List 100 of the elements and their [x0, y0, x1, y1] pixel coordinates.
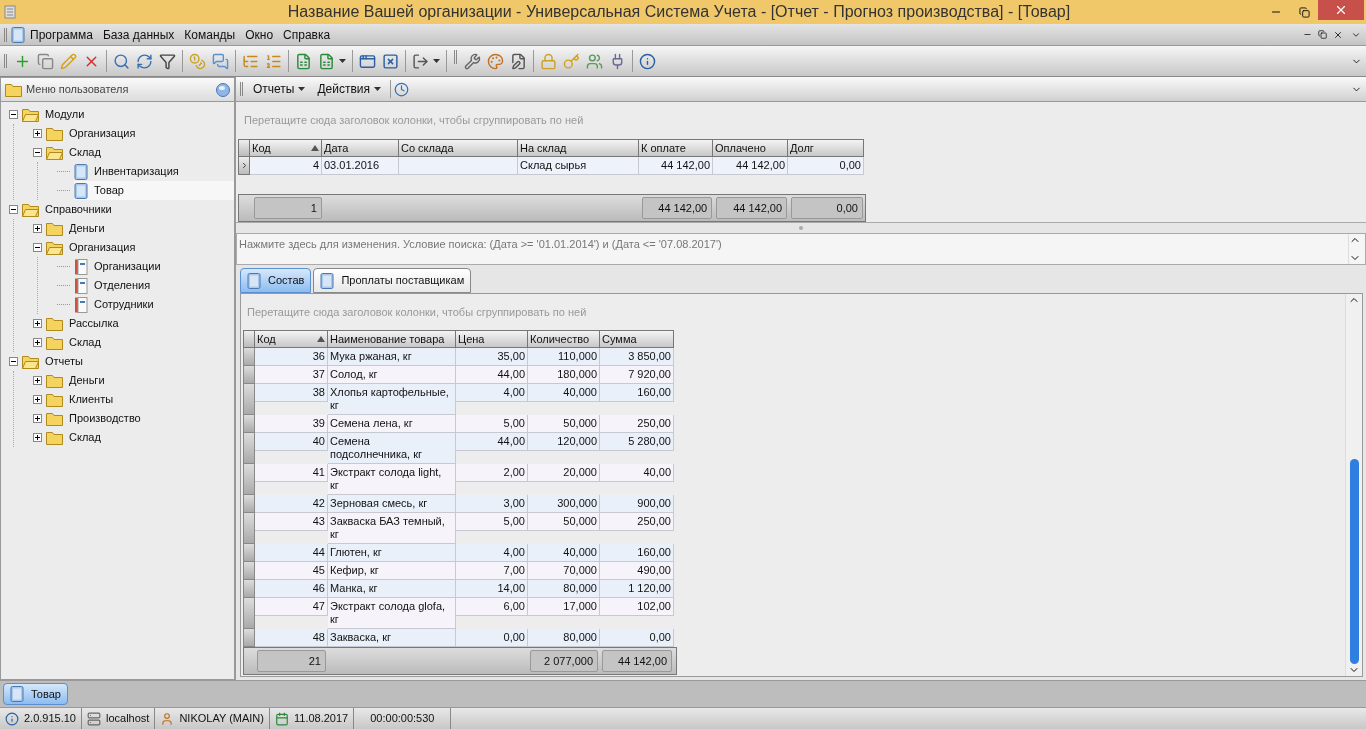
tree-item[interactable]: Рассылка	[46, 314, 234, 333]
table-cell: Экстракт солода glofa, кг	[328, 598, 456, 629]
collapse-toggle[interactable]	[33, 148, 42, 157]
collapse-toggle[interactable]	[9, 357, 18, 366]
table-cell: 0,00	[456, 629, 528, 647]
column-header[interactable]: Код	[250, 139, 322, 157]
copy-icon[interactable]	[37, 52, 54, 70]
info-icon[interactable]	[639, 52, 656, 70]
row-indicator[interactable]	[238, 157, 250, 175]
edit-document-icon[interactable]	[510, 52, 527, 70]
table-cell: 20,000	[528, 464, 600, 482]
users-icon[interactable]	[586, 52, 603, 70]
wrench-icon[interactable]	[464, 52, 481, 70]
expand-toggle[interactable]	[33, 129, 42, 138]
palette-icon[interactable]	[487, 52, 504, 70]
tab[interactable]: Состав	[240, 268, 312, 293]
document-icon	[11, 26, 25, 43]
collapse-toggle[interactable]	[33, 243, 42, 252]
search-icon[interactable]	[113, 52, 130, 70]
expand-toggle[interactable]	[33, 414, 42, 423]
expand-toggle[interactable]	[33, 224, 42, 233]
plus-icon	[34, 339, 41, 346]
table-cell: 4,00	[456, 384, 528, 402]
expand-toggle[interactable]	[33, 376, 42, 385]
tree-item[interactable]: Склад	[46, 143, 234, 162]
tree-item[interactable]: Организация	[46, 124, 234, 143]
ordered-list-icon[interactable]	[265, 52, 282, 70]
tree-item[interactable]: Сотрудники	[74, 295, 234, 314]
collapse-toggle[interactable]	[9, 110, 18, 119]
menu-item[interactable]: База данных	[97, 25, 180, 44]
spreadsheet-icon[interactable]	[295, 52, 312, 70]
table-cell: 40	[255, 433, 328, 451]
table-cell: 4	[250, 157, 322, 175]
table-cell: 180,000	[528, 366, 600, 384]
expand-toggle[interactable]	[33, 433, 42, 442]
collapse-toggle[interactable]	[9, 205, 18, 214]
caret-icon	[339, 59, 346, 63]
window-tab[interactable]: Товар	[3, 683, 68, 705]
caret-icon	[433, 59, 440, 63]
chat-icon[interactable]	[212, 52, 229, 70]
close-window-icon[interactable]	[382, 52, 399, 70]
menu-item[interactable]: Программа	[25, 25, 98, 44]
column-header[interactable]: Оплачено	[713, 139, 788, 157]
column-header[interactable]: Наименование товара	[328, 330, 456, 348]
folder-icon	[46, 221, 63, 236]
tree-item[interactable]: Склад	[46, 333, 234, 352]
spreadsheet-icon[interactable]	[318, 52, 335, 70]
menu-item[interactable]: Окно	[240, 25, 279, 44]
tree-item[interactable]: Производство	[46, 409, 234, 428]
mdi-restore-icon[interactable]	[1318, 30, 1327, 39]
menu-item[interactable]: Команды	[179, 25, 241, 44]
tab[interactable]: Проплаты поставщикам	[313, 268, 472, 293]
exit-icon[interactable]	[412, 52, 429, 70]
tree-item[interactable]: Клиенты	[46, 390, 234, 409]
expand-toggle[interactable]	[33, 319, 42, 328]
dropdown-menu-button[interactable]: Отчеты	[247, 80, 312, 98]
tree-item[interactable]: Склад	[46, 428, 234, 447]
menu-item[interactable]: Справка	[278, 25, 336, 44]
vertical-scrollbar[interactable]	[1345, 294, 1362, 676]
column-header[interactable]: Долг	[788, 139, 864, 157]
sort-ascending-icon	[317, 336, 325, 342]
expand-toggle[interactable]	[33, 395, 42, 404]
tree-item[interactable]: Отделения	[74, 276, 234, 295]
filter-icon[interactable]	[159, 52, 176, 70]
footer-total: 44 142,00	[716, 197, 788, 219]
globe-icon[interactable]	[216, 82, 230, 97]
status-text: 2.0.915.10	[24, 711, 76, 727]
dropdown-menu-button[interactable]: Действия	[311, 80, 388, 98]
expand-toggle[interactable]	[33, 338, 42, 347]
tree-item[interactable]: Деньги	[46, 371, 234, 390]
footer-total: 0,00	[791, 197, 863, 219]
table-cell: 5 280,00	[600, 433, 674, 451]
table-cell: 120,000	[528, 433, 600, 451]
column-header[interactable]: Сумма	[600, 330, 674, 348]
mdi-close-icon[interactable]	[1333, 29, 1343, 40]
column-header[interactable]: Цена	[456, 330, 528, 348]
tree-item[interactable]: Справочники	[22, 200, 234, 219]
tree-item[interactable]: Организация	[46, 238, 234, 257]
group-hint: Перетащите сюда заголовок колонки, чтобы сгруппировать по ней	[243, 113, 585, 128]
tree-item[interactable]: Деньги	[46, 219, 234, 238]
table-cell: 80,000	[528, 580, 600, 598]
column-header[interactable]: Код	[255, 330, 328, 348]
tree-item[interactable]: Инвентаризация	[74, 162, 234, 181]
tree-item[interactable]: Отчеты	[22, 352, 234, 371]
column-header[interactable]: Количество	[528, 330, 600, 348]
filter-bar[interactable]: Нажмите здесь для изменения. Условие поиска: (Дата >= '01.01.2014') и (Дата <= '07.08.2017')	[236, 233, 1366, 265]
column-header[interactable]: Со склада	[399, 139, 518, 157]
scrollbar-thumb[interactable]	[1349, 459, 1359, 664]
column-header[interactable]: Дата	[322, 139, 399, 157]
window-icon[interactable]	[359, 52, 376, 70]
tree-item[interactable]: Модули	[22, 105, 234, 124]
tree-item[interactable]: Товар	[74, 181, 234, 200]
column-header[interactable]: На склад	[518, 139, 639, 157]
refresh-icon[interactable]	[136, 52, 153, 70]
clock-icon[interactable]	[394, 81, 410, 97]
restore-icon[interactable]	[1298, 6, 1310, 18]
tree-item[interactable]: Организации	[74, 257, 234, 276]
tab-icon	[247, 272, 261, 289]
column-header[interactable]: К оплате	[639, 139, 713, 157]
table-cell: Закваска БАЗ темный, кг	[328, 513, 456, 544]
